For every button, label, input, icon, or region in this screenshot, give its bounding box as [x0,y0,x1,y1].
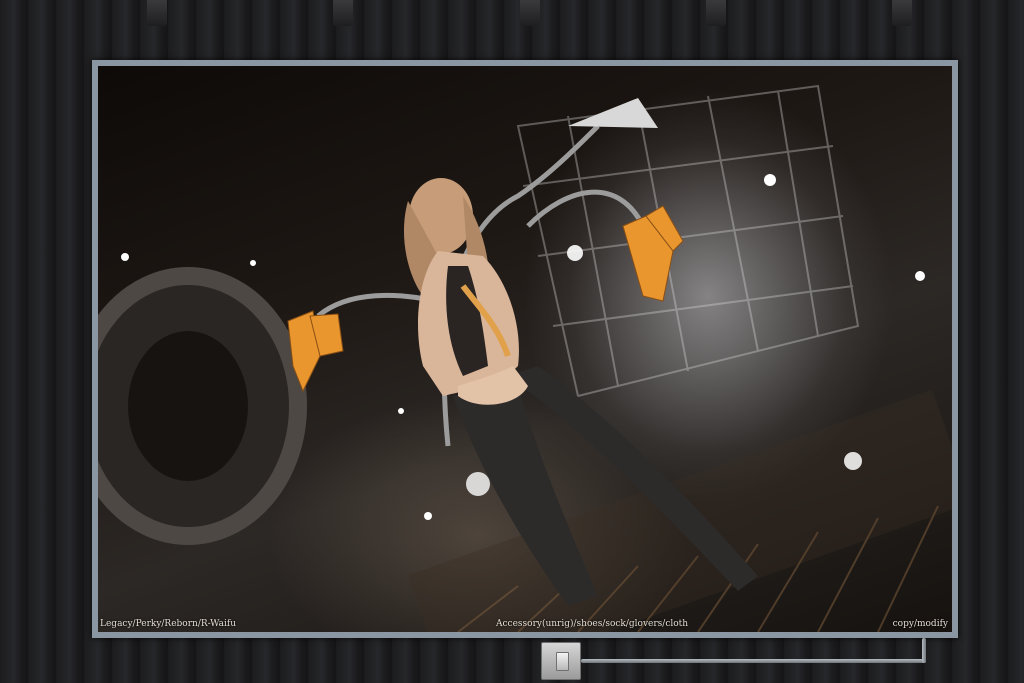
ceiling-fixture [520,0,540,26]
ceiling-fixture [333,0,353,26]
poster-frame[interactable]: Legacy/Perky/Reborn/R-Waifu Accessory(un… [92,60,958,638]
power-cable [581,659,926,663]
ceiling-fixture [892,0,912,26]
light-switch[interactable] [541,642,581,680]
round-hatch [98,267,307,545]
ceiling-fixture [147,0,167,26]
power-cable-riser [922,638,926,663]
light-switch-icon[interactable] [556,652,569,671]
ceiling-fixture [706,0,726,26]
caption-middle: Accessory(unrig)/shoes/sock/glovers/clot… [496,619,689,629]
lamp-head [568,98,658,128]
window-grid [516,84,860,398]
caption-right: copy/modify [892,619,948,629]
poster-image[interactable]: Legacy/Perky/Reborn/R-Waifu Accessory(un… [98,66,952,632]
caption-left: Legacy/Perky/Reborn/R-Waifu [100,619,237,629]
poster-artwork [98,84,952,632]
